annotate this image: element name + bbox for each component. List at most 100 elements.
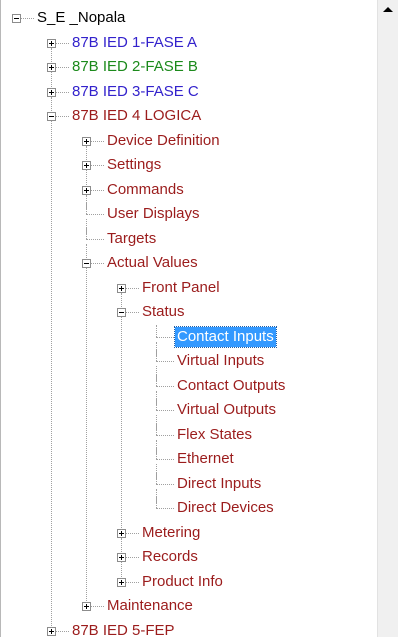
tree-node-label[interactable]: Contact Outputs [175,376,287,396]
expand-plus-icon[interactable] [47,626,56,636]
tree-connector-line [156,447,157,459]
tree-connector-line [156,471,157,484]
tree-connector-line [126,581,139,583]
tree-node-targets[interactable]: Targets [1,226,377,251]
tree-node-virtual-inputs[interactable]: Virtual Inputs [1,349,377,373]
tree-node-87b-ied-2-fase-b[interactable]: 87B IED 2-FASE B [1,55,377,79]
tree-connector-line [126,312,139,313]
collapse-minus-icon[interactable] [47,112,56,121]
tree-connector-line [86,226,87,239]
tree-connector-line [91,263,104,264]
expand-plus-icon[interactable] [82,136,91,146]
tree-connector-line [126,557,139,558]
tree-node-label[interactable]: 87B IED 5-FEP [70,621,177,637]
tree-node-label[interactable]: Metering [140,523,202,543]
tree-node-label[interactable]: Status [140,302,187,322]
tree-node-maintenance[interactable]: Maintenance [1,594,377,618]
tree-node-label[interactable]: Virtual Outputs [175,400,278,420]
tree-connector-line [156,459,174,460]
tree-node-87b-ied-4-logica[interactable]: 87B IED 4 LOGICA [1,104,377,128]
tree-node-label[interactable]: S_E _Nopala [35,8,127,28]
tree-node-flex-states[interactable]: Flex States [1,422,377,447]
tree-node-contact-outputs[interactable]: Contact Outputs [1,373,377,398]
tree-node-label[interactable]: Actual Values [105,253,200,273]
tree-connector-line [156,422,157,435]
tree-node-label[interactable]: 87B IED 1-FASE A [70,33,199,53]
tree-connector-line [56,67,69,68]
tree-connector-line [156,324,157,337]
tree-node-contact-inputs[interactable]: Contact Inputs [1,324,377,349]
expand-plus-icon[interactable] [47,38,56,48]
expand-plus-icon[interactable] [82,602,91,611]
tree-connector-line [156,410,174,411]
tree-node-label[interactable]: Records [140,547,200,567]
collapse-minus-icon[interactable] [12,14,21,23]
tree-connector-line [91,606,104,607]
tree-node-label[interactable]: Commands [105,180,186,200]
tree-node-direct-inputs[interactable]: Direct Inputs [1,471,377,496]
tree-node-settings[interactable]: Settings [1,153,377,177]
tree-connector-line [86,214,104,215]
vertical-scrollbar[interactable] [377,0,398,637]
tree-connector-line [156,373,157,386]
expand-plus-icon[interactable] [82,161,91,170]
tree-node-records[interactable]: Records [1,545,377,569]
device-tree: S_E _Nopala 87B IED 1-FASE A 87B IED 2-FAS… [1,0,377,637]
tree-connector-line [156,483,174,485]
tree-connector-line [56,91,69,93]
tree-node-label[interactable]: Maintenance [105,596,195,616]
tree-node-actual-values[interactable]: Actual Values [1,251,377,275]
expand-plus-icon[interactable] [47,63,56,72]
collapse-minus-icon[interactable] [117,308,126,317]
tree-node-label[interactable]: Virtual Inputs [175,351,266,371]
tree-connector-line [91,189,104,191]
tree-connector-line [56,630,69,632]
tree-node-commands[interactable]: Commands [1,178,377,202]
tree-node-s-e-nopala[interactable]: S_E _Nopala [1,6,377,30]
tree-node-87b-ied-1-fase-a[interactable]: 87B IED 1-FASE A [1,31,377,55]
tree-node-label[interactable]: Ethernet [175,449,236,469]
tree-node-label[interactable]: Device Definition [105,131,222,151]
expand-plus-icon[interactable] [117,528,126,538]
tree-node-label[interactable]: Front Panel [140,278,222,298]
tree-node-label[interactable]: Targets [105,229,158,249]
tree-connector-line [56,42,69,44]
tree-node-label[interactable]: Settings [105,155,163,175]
tree-node-label[interactable]: 87B IED 3-FASE C [70,82,201,102]
tree-node-user-displays[interactable]: User Displays [1,202,377,226]
tree-node-front-panel[interactable]: Front Panel [1,276,377,300]
tree-connector-line [156,434,174,436]
tree-node-label[interactable]: Product Info [140,572,225,592]
expand-plus-icon[interactable] [117,553,126,562]
tree-node-direct-devices[interactable]: Direct Devices [1,496,377,520]
tree-connector-line [91,165,104,166]
tree-node-label[interactable]: Direct Devices [175,498,276,518]
scroll-up-arrow-icon[interactable] [378,0,398,20]
tree-node-label[interactable]: 87B IED 2-FASE B [70,57,200,77]
tree-node-label[interactable]: 87B IED 4 LOGICA [70,106,203,126]
tree-node-label[interactable]: Contact Inputs [174,325,277,348]
tree-connector-line [156,336,174,338]
tree-node-87b-ied-5-fep[interactable]: 87B IED 5-FEP [1,619,377,637]
tree-connector-line [156,496,157,508]
tree-node-metering[interactable]: Metering [1,521,377,545]
tree-node-ethernet[interactable]: Ethernet [1,447,377,471]
tree-node-status[interactable]: Status [1,300,377,324]
expand-plus-icon[interactable] [82,185,91,195]
tree-node-label[interactable]: User Displays [105,204,202,224]
expand-plus-icon[interactable] [117,283,126,293]
expand-plus-icon[interactable] [117,577,126,587]
tree-node-87b-ied-3-fase-c[interactable]: 87B IED 3-FASE C [1,80,377,104]
tree-connector-line [86,202,87,214]
tree-node-label[interactable]: Flex States [175,425,254,445]
expand-plus-icon[interactable] [47,87,56,97]
tree-connector-line [156,385,174,387]
collapse-minus-icon[interactable] [82,259,91,268]
tree-view-panel: S_E _Nopala 87B IED 1-FASE A 87B IED 2-FAS… [0,0,398,637]
tree-connector-line [156,508,174,509]
tree-node-product-info[interactable]: Product Info [1,570,377,594]
tree-node-label[interactable]: Direct Inputs [175,474,263,494]
tree-node-virtual-outputs[interactable]: Virtual Outputs [1,398,377,422]
tree-node-device-definition[interactable]: Device Definition [1,129,377,153]
tree-connector-line [86,238,104,240]
